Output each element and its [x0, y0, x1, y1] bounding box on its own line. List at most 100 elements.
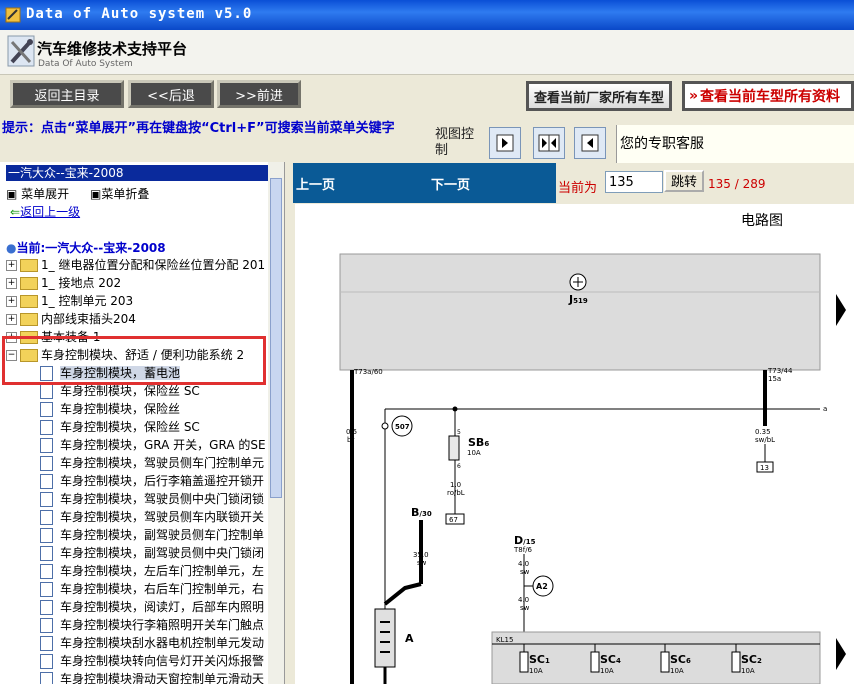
tree-leaf[interactable]: 车身控制模块，驾驶员侧车内联锁开关 [40, 508, 266, 526]
pin6-label: 6 [457, 463, 461, 470]
w2-label: 0.35 [755, 428, 771, 436]
sc2-amp: 10A [741, 667, 755, 675]
folder-icon [20, 295, 38, 308]
search-hint: 提示：点击“菜单展开”再在键盘按“Ctrl+F”可搜索当前菜单关键字 [2, 121, 395, 136]
leaf-label: 车身控制模块转向信号灯开关闪烁报警 [60, 654, 265, 668]
next-arrow-bottom [836, 638, 846, 670]
tree-leaf[interactable]: 车身控制模块，右后车门控制单元，右 [40, 580, 266, 598]
toolbar: 返回主目录 <<后退 >>前进 查看当前厂家所有车型 » 查看当前车型所有资料 [0, 75, 854, 117]
document-icon [40, 636, 53, 651]
tree-folder[interactable]: +1_ 控制单元 203 [6, 292, 133, 310]
title-bar: Data of Auto system v5.0 [0, 0, 854, 30]
tree-folder[interactable]: + 内部线束插头204 [6, 310, 136, 328]
leaf-label: 车身控制模块，驾驶员侧车内联锁开关 [60, 510, 265, 524]
tree-leaf[interactable]: 车身控制模块，阅读灯，后部车内照明 [40, 598, 266, 616]
tree-folder[interactable]: +1_ 继电器位置分配和保险丝位置分配 201 [6, 256, 265, 274]
leaf-label: 车身控制模块，GRA 开关，GRA 的SE [60, 438, 266, 452]
document-icon [40, 420, 53, 435]
collapse-menu[interactable]: ▣菜单折叠 [90, 185, 149, 202]
document-icon [40, 510, 53, 525]
expand-menu[interactable]: ▣ 菜单展开 [6, 185, 69, 202]
folder-label: 1_ 接地点 202 [41, 276, 122, 290]
sc6-amp: 10A [670, 667, 684, 675]
leaf-label: 车身控制模块行李箱照明开关车门触点 [60, 618, 265, 632]
tree-leaf[interactable]: 车身控制模块行李箱照明开关车门触点 [40, 616, 266, 634]
tree-leaf[interactable]: 车身控制模块，驾驶员侧车门控制单元 [40, 454, 266, 472]
view-right-button[interactable] [489, 127, 521, 159]
tree-leaf[interactable]: 车身控制模块，保险丝 SC [40, 418, 266, 436]
home-button[interactable]: 返回主目录 [10, 80, 124, 108]
leaf-label: 车身控制模块，左后车门控制单元，左 [60, 564, 265, 578]
battery-symbol [374, 608, 396, 668]
back-up-link[interactable]: ⇐返回上一级 [10, 203, 80, 220]
n507-label: 507 [395, 423, 410, 431]
tree-leaf[interactable]: 车身控制模块，左后车门控制单元，左 [40, 562, 266, 580]
pin5-label: 5 [457, 429, 461, 436]
platform-subtitle: Data Of Auto System [38, 59, 133, 69]
t8f-label: T8f/6 [513, 546, 533, 554]
document-icon [40, 582, 53, 597]
tree-scrollbar[interactable] [268, 162, 284, 684]
tree-folder[interactable]: +1_ 接地点 202 [6, 274, 121, 292]
document-icon [40, 654, 53, 669]
tree-leaf[interactable]: 车身控制模块，后行李箱盖遥控开锁开 [40, 472, 266, 490]
arrow-left-icon [581, 134, 599, 152]
customer-service[interactable]: 您的专职客服 [616, 125, 854, 163]
j519-box [339, 253, 821, 371]
page-number-input[interactable] [605, 171, 663, 193]
tree-leaf[interactable]: 车身控制模块，驾驶员侧中央门锁闭锁 [40, 490, 266, 508]
w5-label: 4.0 [518, 560, 529, 568]
next-page-link[interactable]: 下一页 [431, 174, 470, 193]
all-data-button[interactable]: » 查看当前车型所有资料 [682, 81, 854, 111]
back-button[interactable]: <<后退 [128, 80, 214, 108]
view-left-button[interactable] [574, 127, 606, 159]
app-header: 汽车维修技术支持平台 Data Of Auto System [0, 30, 854, 75]
tree-leaf[interactable]: 车身控制模块，副驾驶员侧中央门锁闭 [40, 544, 266, 562]
document-icon [40, 492, 53, 507]
w3-label: 1.0 [450, 481, 461, 489]
prev-page-link[interactable]: 上一页 [296, 174, 335, 193]
bus-a-label: a [823, 405, 827, 413]
app-icon [5, 7, 21, 23]
page-nav-bar: 上一页 下一页 [293, 163, 556, 203]
menu-tree-panel: 一汽大众--宝来-2008 ▣ 菜单展开 ▣菜单折叠 ⇐返回上一级 ●当前:一汽… [0, 162, 285, 684]
a2-label: A2 [536, 582, 548, 591]
tree-leaf[interactable]: 车身控制模块转向信号灯开关闪烁报警 [40, 652, 266, 670]
current-model: ●当前:一汽大众--宝来-2008 [6, 239, 166, 256]
tree-leaf[interactable]: 车身控制模块滑动天窗控制单元滑动天 [40, 670, 266, 684]
n67-label: 67 [449, 516, 458, 524]
sb6-label: SB6 [468, 436, 489, 449]
back-up-label: 返回上一级 [20, 205, 81, 219]
folder-icon [20, 313, 38, 326]
current-model-label: 当前:一汽大众--宝来-2008 [16, 241, 166, 255]
tree-leaf[interactable]: 车身控制模块，副驾驶员侧车门控制单 [40, 526, 266, 544]
leaf-label: 车身控制模块，副驾驶员侧中央门锁闭 [60, 546, 265, 560]
sb-amp-label: 10A [467, 449, 481, 457]
document-icon [40, 672, 53, 684]
highlight-box [2, 336, 266, 385]
circuit-diagram: J519 T73a/60 T73/44 15a 0.5 br 0.35 sw/b… [339, 253, 846, 684]
current-page-label: 当前为 [558, 181, 598, 196]
view-split-button[interactable] [533, 127, 565, 159]
view-control-label: 视图控制 [435, 127, 475, 158]
forward-button[interactable]: >>前进 [217, 80, 301, 108]
platform-title: 汽车维修技术支持平台 [37, 40, 188, 58]
panel-splitter[interactable] [285, 162, 293, 684]
jump-button[interactable]: 跳转 [664, 170, 704, 192]
t73-label: T73/44 [767, 367, 793, 375]
expand-icon: ▣ [6, 187, 22, 201]
document-icon [40, 384, 53, 399]
sc4-amp: 10A [600, 667, 614, 675]
folder-icon [20, 259, 38, 272]
all-models-button[interactable]: 查看当前厂家所有车型 [526, 81, 672, 111]
leaf-label: 车身控制模块，驾驶员侧中央门锁闭锁 [60, 492, 265, 506]
scrollbar-thumb[interactable] [270, 178, 282, 498]
leaf-label: 车身控制模块，保险丝 SC [60, 420, 200, 434]
w4-label: 35.0 [413, 551, 429, 559]
w2c-label: sw/bL [755, 436, 775, 444]
breadcrumb: 一汽大众--宝来-2008 [6, 165, 268, 181]
tree-leaf[interactable]: 车身控制模块，保险丝 [40, 400, 266, 418]
tree-leaf[interactable]: 车身控制模块刮水器电机控制单元发动 [40, 634, 266, 652]
n13-label: 13 [760, 464, 769, 472]
tree-leaf[interactable]: 车身控制模块，GRA 开关，GRA 的SE [40, 436, 266, 454]
